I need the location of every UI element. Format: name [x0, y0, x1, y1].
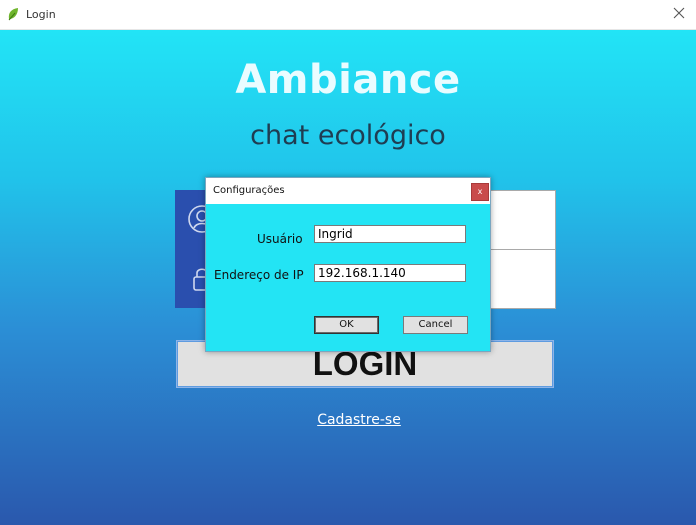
- ip-input[interactable]: [314, 264, 466, 282]
- app-subtitle: chat ecológico: [250, 120, 446, 151]
- cancel-button[interactable]: Cancel: [403, 316, 468, 334]
- settings-dialog: Configurações x Usuário Endereço de IP O…: [205, 177, 491, 352]
- user-label: Usuário: [257, 232, 303, 246]
- ok-button[interactable]: OK: [314, 316, 379, 334]
- window-close-icon[interactable]: [672, 6, 686, 20]
- dialog-titlebar: Configurações x: [206, 178, 490, 204]
- window-titlebar: Login: [0, 0, 696, 30]
- user-input[interactable]: [314, 225, 466, 243]
- signup-link[interactable]: Cadastre-se: [0, 412, 696, 428]
- app-title: Ambiance: [235, 57, 461, 103]
- ip-label: Endereço de IP: [214, 268, 304, 282]
- dialog-title: Configurações: [213, 185, 285, 196]
- leaf-icon: [8, 8, 18, 21]
- dialog-close-icon[interactable]: x: [471, 183, 489, 201]
- window-title: Login: [26, 8, 56, 21]
